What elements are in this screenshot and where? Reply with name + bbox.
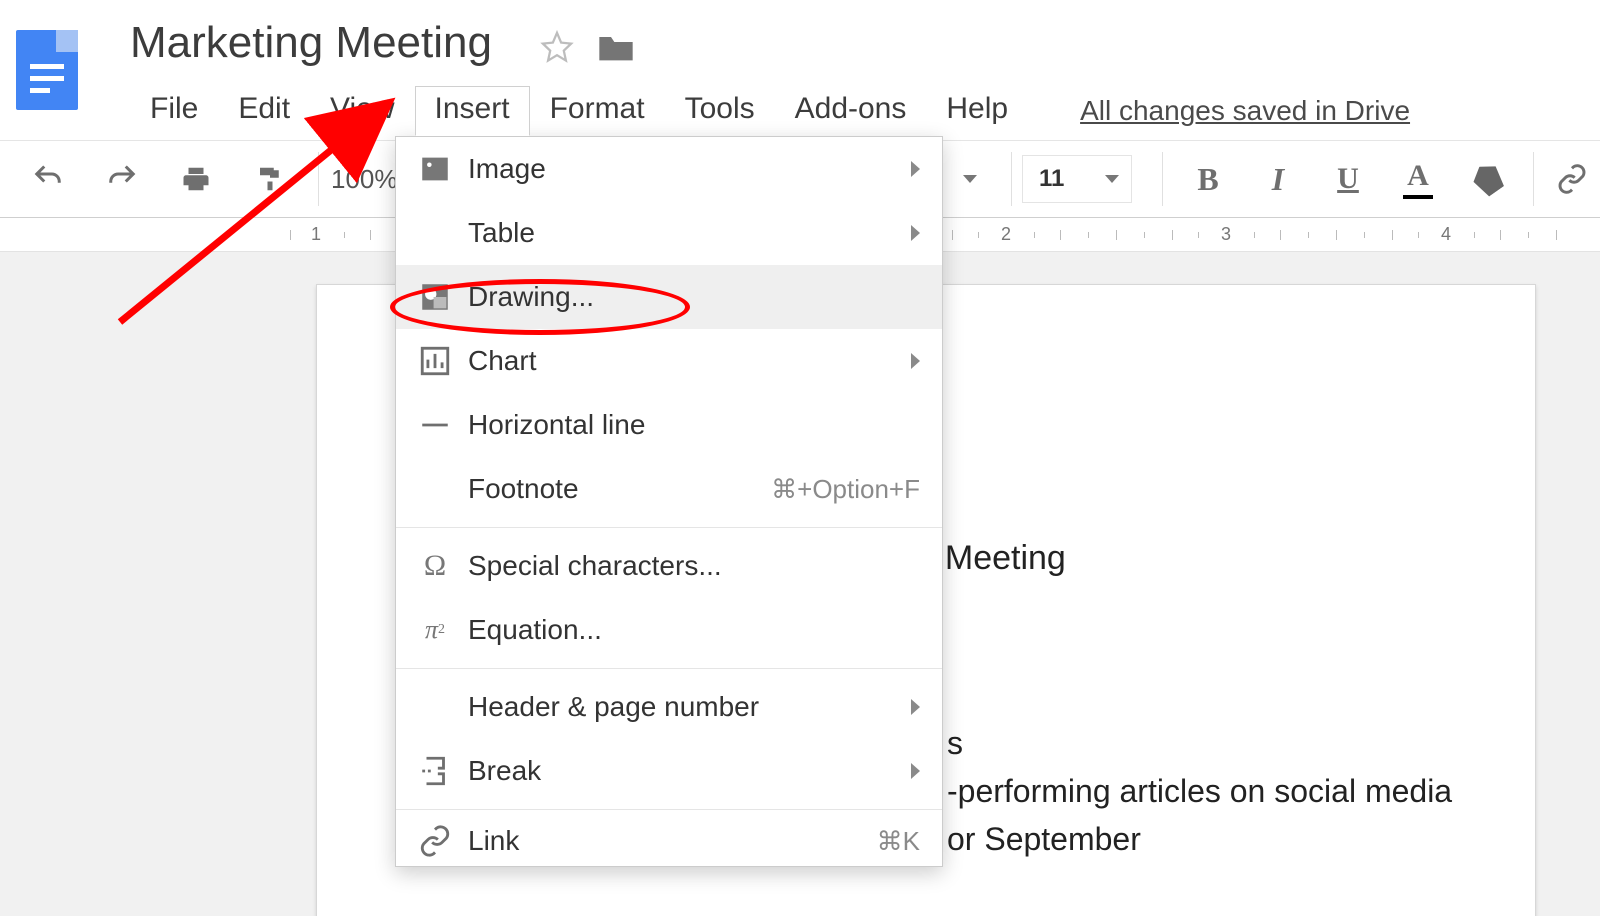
insert-image-label: Image <box>468 153 546 185</box>
insert-drawing[interactable]: Drawing... <box>396 265 942 329</box>
insert-header-label: Header & page number <box>468 691 759 723</box>
insert-image[interactable]: Image <box>396 137 942 201</box>
insert-break[interactable]: Break <box>396 739 942 803</box>
underline-icon: U <box>1337 162 1359 196</box>
toolbar-divider <box>318 152 319 206</box>
footnote-shortcut: ⌘+Option+F <box>771 474 920 505</box>
toolbar-divider <box>1011 152 1012 206</box>
text-color-icon: A <box>1403 159 1433 199</box>
zoom-dropdown[interactable]: 100% <box>331 155 398 203</box>
insert-footnote-label: Footnote <box>468 473 579 505</box>
docs-app-icon[interactable] <box>16 30 78 110</box>
insert-footnote[interactable]: Footnote ⌘+Option+F <box>396 457 942 521</box>
folder-icon[interactable] <box>596 30 636 64</box>
special-characters-icon: Ω <box>418 549 452 583</box>
insert-equation-label: Equation... <box>468 614 602 646</box>
ruler-tick-3: 3 <box>1221 224 1231 245</box>
document-title[interactable]: Marketing Meeting <box>130 18 492 68</box>
print-button[interactable] <box>166 155 226 203</box>
break-icon <box>418 754 452 788</box>
italic-icon: I <box>1272 161 1284 198</box>
chevron-right-icon <box>911 161 920 177</box>
highlight-color-button[interactable] <box>1453 155 1523 203</box>
insert-equation[interactable]: π2 Equation... <box>396 598 942 662</box>
drawing-icon <box>418 280 452 314</box>
equation-icon: π2 <box>418 613 452 647</box>
header-icon <box>418 690 452 724</box>
menu-file[interactable]: File <box>130 86 218 136</box>
insert-dropdown: Image Table Drawing... Chart Horizontal … <box>395 136 943 867</box>
paint-format-button[interactable] <box>240 155 300 203</box>
italic-button[interactable]: I <box>1243 155 1313 203</box>
horizontal-line-icon <box>418 408 452 442</box>
body-line-1: s <box>947 719 1475 767</box>
insert-break-label: Break <box>468 755 541 787</box>
save-status[interactable]: All changes saved in Drive <box>1080 95 1410 127</box>
chevron-down-icon[interactable] <box>963 175 977 183</box>
ruler-tick-2: 2 <box>1001 224 1011 245</box>
insert-header-page-number[interactable]: Header & page number <box>396 675 942 739</box>
toolbar-right: 11 B I U A <box>963 141 1600 217</box>
insert-table-label: Table <box>468 217 535 249</box>
chevron-right-icon <box>911 763 920 779</box>
menu-divider <box>396 527 942 528</box>
title-bar: Marketing Meeting File Edit View Insert … <box>0 0 1600 140</box>
menu-help[interactable]: Help <box>926 86 1028 136</box>
body-line-3: or September <box>947 815 1475 863</box>
text-color-button[interactable]: A <box>1383 155 1453 203</box>
insert-special-characters[interactable]: Ω Special characters... <box>396 534 942 598</box>
zoom-value: 100% <box>331 164 398 195</box>
chevron-right-icon <box>911 353 920 369</box>
menu-bar: File Edit View Insert Format Tools Add-o… <box>130 86 1410 136</box>
chevron-right-icon <box>911 225 920 241</box>
insert-drawing-label: Drawing... <box>468 281 594 313</box>
ruler-tick-1: 1 <box>311 224 321 245</box>
star-icon[interactable] <box>540 30 574 64</box>
menu-divider <box>396 668 942 669</box>
font-size-selector[interactable]: 11 <box>1022 155 1132 203</box>
highlight-icon <box>1467 158 1509 200</box>
insert-chart[interactable]: Chart <box>396 329 942 393</box>
insert-link-label: Link <box>468 825 519 857</box>
link-shortcut: ⌘K <box>877 826 920 857</box>
menu-edit[interactable]: Edit <box>218 86 310 136</box>
ruler-tick-4: 4 <box>1441 224 1451 245</box>
toolbar-divider <box>1533 152 1534 206</box>
undo-button[interactable] <box>18 155 78 203</box>
bold-icon: B <box>1197 161 1218 198</box>
insert-link[interactable]: Link ⌘K <box>396 816 942 866</box>
font-size-value: 11 <box>1039 165 1064 193</box>
menu-view[interactable]: View <box>310 86 414 136</box>
toolbar-divider <box>1162 152 1163 206</box>
insert-special-label: Special characters... <box>468 550 722 582</box>
insert-chart-label: Chart <box>468 345 536 377</box>
bold-button[interactable]: B <box>1173 155 1243 203</box>
footnote-icon <box>418 472 452 506</box>
link-icon <box>418 824 452 858</box>
table-icon <box>418 216 452 250</box>
chart-icon <box>418 344 452 378</box>
menu-tools[interactable]: Tools <box>665 86 775 136</box>
menu-add-ons[interactable]: Add-ons <box>775 86 927 136</box>
image-icon <box>418 152 452 186</box>
menu-insert[interactable]: Insert <box>415 86 530 136</box>
underline-button[interactable]: U <box>1313 155 1383 203</box>
insert-hline-label: Horizontal line <box>468 409 645 441</box>
insert-link-button[interactable] <box>1544 155 1600 203</box>
insert-table[interactable]: Table <box>396 201 942 265</box>
insert-horizontal-line[interactable]: Horizontal line <box>396 393 942 457</box>
body-line-2: -performing articles on social media <box>947 767 1475 815</box>
menu-divider <box>396 809 942 810</box>
menu-format[interactable]: Format <box>530 86 665 136</box>
redo-button[interactable] <box>92 155 152 203</box>
chevron-right-icon <box>911 699 920 715</box>
chevron-down-icon <box>1105 175 1119 183</box>
